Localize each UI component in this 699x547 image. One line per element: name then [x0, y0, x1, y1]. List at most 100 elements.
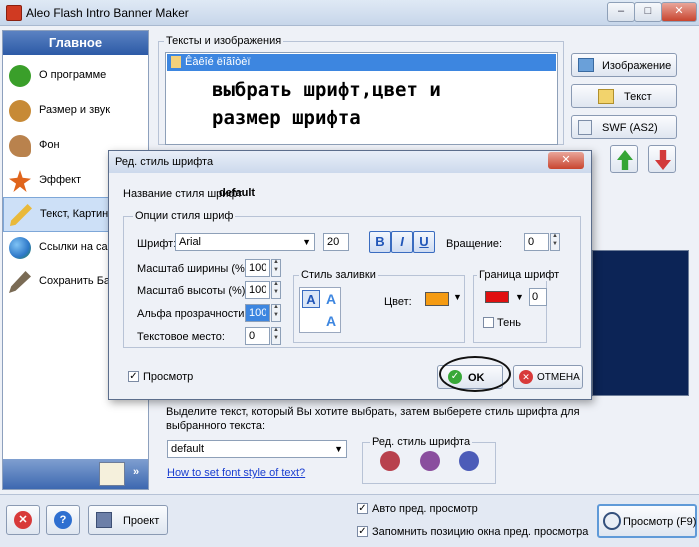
edit-style-label: Ред. стиль шрифта	[370, 436, 473, 448]
cancel-button[interactable]: ✕ ОТМЕНА	[513, 365, 583, 389]
sidebar-item-label: Размер и звук	[39, 104, 111, 116]
banner-preview	[592, 250, 689, 396]
arrow-down-icon	[655, 150, 671, 170]
font-style-select[interactable]: default ▼	[167, 440, 347, 458]
chevron-down-icon[interactable]: ▼	[453, 292, 462, 302]
app-icon	[6, 5, 22, 21]
preview-button[interactable]: Просмотр (F9)	[597, 504, 697, 538]
solid-fill-icon[interactable]: A	[302, 290, 320, 308]
font-label: Шрифт:	[137, 238, 177, 250]
image-add-icon	[578, 58, 594, 72]
close-icon: ✕	[14, 511, 32, 529]
close-button[interactable]: ✕	[661, 2, 697, 22]
expand-icon[interactable]: »	[133, 466, 139, 478]
sidebar-item-label: Ссылки на сайт	[39, 241, 119, 253]
text-list[interactable]: Êàêîé ëîãîòèï выбрать шрифт,цвет и разме…	[165, 52, 558, 145]
rotation-input[interactable]	[524, 233, 549, 251]
chevron-down-icon: ▼	[302, 237, 311, 247]
sidebar-item-about[interactable]: О программе	[3, 59, 148, 92]
sidebar-item-label: О программе	[39, 69, 107, 81]
sidebar-header: Главное	[3, 31, 148, 55]
style-name-value: default	[219, 187, 256, 199]
style-edit-icon[interactable]	[420, 451, 440, 471]
move-up-button[interactable]	[610, 145, 638, 173]
annotation-line-1: выбрать шрифт,цвет и	[212, 79, 441, 101]
dialog-close-button[interactable]: ✕	[548, 152, 584, 169]
fill-type-chooser[interactable]: A A A	[299, 287, 341, 333]
chevron-down-icon: ▼	[334, 444, 343, 454]
sidebar-footer: »	[3, 459, 148, 489]
shadow-checkbox[interactable]	[483, 317, 494, 328]
font-size-select[interactable]: 20	[323, 233, 349, 251]
add-swf-label: SWF (AS2)	[602, 122, 658, 134]
minimize-button[interactable]: –	[607, 2, 635, 22]
sidebar-item-size-sound[interactable]: Размер и звук	[3, 94, 148, 127]
save-disk-icon	[96, 512, 112, 528]
underline-button[interactable]: U	[413, 231, 435, 253]
style-delete-icon[interactable]	[459, 451, 479, 471]
move-down-button[interactable]	[648, 145, 676, 173]
shadow-label: Тень	[497, 317, 522, 329]
fill-color-swatch[interactable]	[425, 292, 449, 306]
add-text-button[interactable]: Текст	[571, 84, 677, 108]
swf-add-icon	[578, 120, 592, 135]
border-group	[473, 275, 547, 343]
pencil-icon	[171, 56, 181, 68]
dialog-title: Ред. стиль шрифта	[115, 156, 214, 168]
font-select[interactable]: Arial ▼	[175, 233, 315, 251]
fill-style-label: Стиль заливки	[299, 269, 378, 281]
remember-position-label: Запомнить позицию окна пред. просмотра	[372, 526, 589, 538]
list-item-label: Êàêîé ëîãîòèï	[185, 56, 251, 68]
border-width-input[interactable]	[529, 288, 547, 306]
help-icon: ?	[54, 511, 72, 529]
magnifier-icon	[603, 512, 621, 530]
help-button[interactable]: ?	[46, 505, 80, 535]
add-swf-button[interactable]: SWF (AS2)	[571, 115, 677, 139]
annotation-circle	[439, 356, 511, 392]
maximize-button[interactable]: □	[634, 2, 662, 22]
preview-checkbox[interactable]: ✓	[128, 371, 139, 382]
image-fill-icon[interactable]: A	[322, 312, 340, 330]
rotation-label: Вращение:	[446, 238, 503, 250]
width-scale-spinner[interactable]	[271, 259, 281, 277]
style-options-label: Опции стиля шриф	[133, 210, 236, 222]
spacing-spinner[interactable]	[271, 327, 281, 345]
font-style-select-value: default	[171, 443, 205, 455]
bold-button[interactable]: B	[369, 231, 391, 253]
border-color-swatch[interactable]	[485, 291, 509, 303]
exit-button[interactable]: ✕	[6, 505, 40, 535]
globe-icon	[9, 237, 31, 259]
alpha-spinner[interactable]	[271, 304, 281, 322]
auto-preview-label: Авто пред. просмотр	[372, 503, 478, 515]
list-item[interactable]: Êàêîé ëîãîòèï	[167, 54, 556, 71]
spacing-label: Текстовое место:	[137, 331, 225, 343]
pencil-tool-icon[interactable]	[99, 462, 125, 486]
height-scale-input[interactable]	[245, 281, 270, 299]
arrow-up-icon	[617, 150, 633, 170]
instruction-text: Выделите текст, который Вы хотите выбрат…	[166, 406, 580, 432]
width-scale-input[interactable]	[245, 259, 270, 277]
spacing-input[interactable]	[245, 327, 270, 345]
sparkle-icon	[9, 170, 31, 192]
pencil-icon	[10, 204, 32, 226]
auto-preview-checkbox[interactable]: ✓	[357, 503, 368, 514]
palette-icon	[9, 135, 31, 157]
gradient-fill-icon[interactable]: A	[322, 290, 340, 308]
style-add-icon[interactable]	[380, 451, 400, 471]
dialog-title-bar: Ред. стиль шрифта ✕	[109, 151, 591, 173]
sidebar-item-label: Эффект	[39, 174, 82, 186]
project-button[interactable]: Проект	[88, 505, 168, 535]
remember-position-checkbox[interactable]: ✓	[357, 526, 368, 537]
italic-button[interactable]: I	[391, 231, 413, 253]
add-image-button[interactable]: Изображение	[571, 53, 677, 77]
text-add-icon	[598, 89, 614, 104]
texts-images-label: Тексты и изображения	[164, 35, 284, 47]
close-icon: ✕	[519, 370, 533, 384]
border-label: Граница шрифт	[477, 269, 562, 281]
help-link[interactable]: How to set font style of text?	[167, 467, 305, 479]
info-icon	[9, 65, 31, 87]
chevron-down-icon[interactable]: ▼	[515, 292, 524, 302]
alpha-input[interactable]	[245, 304, 270, 322]
rotation-spinner[interactable]	[550, 233, 560, 251]
height-scale-spinner[interactable]	[271, 281, 281, 299]
